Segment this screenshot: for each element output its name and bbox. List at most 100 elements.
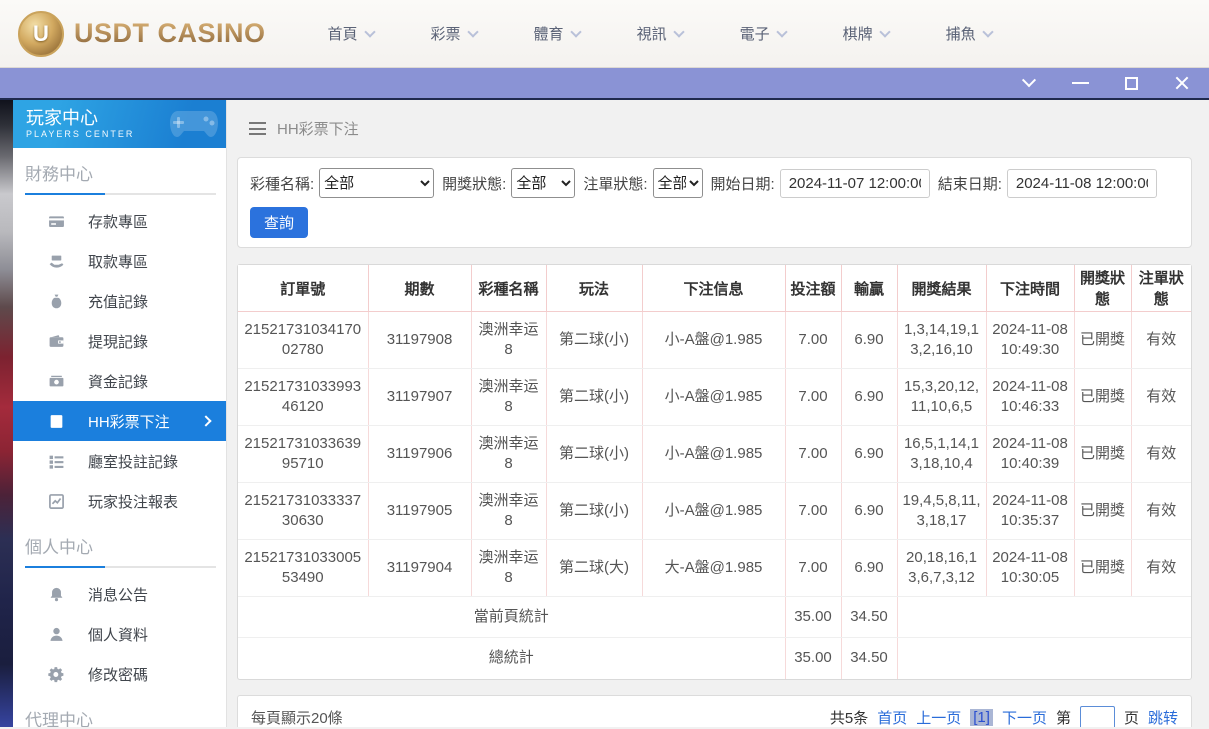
cell-winloss: 6.90 — [841, 425, 898, 483]
summary-label: 總統計 — [488, 649, 534, 667]
sidebar-item-1-1[interactable]: 個人資料 — [13, 614, 226, 654]
chevron-down-icon — [466, 25, 479, 38]
background-image-strip — [0, 100, 13, 727]
search-button[interactable]: 查詢 — [250, 207, 308, 238]
cell-bet-amount: 7.00 — [785, 311, 842, 369]
column-header: 下注信息 — [642, 265, 786, 312]
cell-play-type: 第二球(小) — [546, 425, 643, 483]
funds-icon — [48, 373, 65, 390]
topnav-item-label: 棋牌 — [842, 26, 873, 43]
close-button[interactable] — [1173, 74, 1191, 92]
topnav-item-7[interactable]: 捕魚 — [946, 23, 994, 44]
cell-draw-status: 已開獎 — [1074, 368, 1132, 426]
summary-label: 當前頁統計 — [238, 596, 785, 638]
cell-play-type: 第二球(小) — [546, 311, 643, 369]
first-page-link[interactable]: 首页 — [877, 707, 907, 727]
cell-bet-info: 小-A盤@1.985 — [642, 482, 786, 540]
topnav-item-3[interactable]: 體育 — [534, 23, 582, 44]
summary-empty — [897, 596, 1191, 638]
sidebar-item-0-3[interactable]: 提現記錄 — [13, 321, 226, 361]
cell-period: 31197904 — [368, 539, 472, 597]
sidebar-section-label: 代理中心 — [25, 711, 93, 727]
cell-order-status: 有效 — [1131, 482, 1191, 540]
next-page-link[interactable]: 下一页 — [1002, 707, 1047, 727]
gear-icon — [48, 666, 65, 683]
table-row: 2152173103333730630 31197905 澳洲幸运8 第二球(小) 小-… — [238, 482, 1191, 540]
prev-page-link[interactable]: 上一页 — [916, 707, 961, 727]
cell-order-status: 有效 — [1131, 539, 1191, 597]
order-status-label: 注單狀態: — [583, 175, 648, 193]
chevron-down-icon — [672, 25, 685, 38]
column-header: 投注額 — [785, 265, 842, 312]
cell-order-no: 2152173103363995710 — [238, 425, 369, 483]
sidebar-item-0-6[interactable]: 廳室投註記錄 — [13, 441, 226, 481]
sidebar-item-1-0[interactable]: 消息公告 — [13, 574, 226, 614]
cell-draw-result: 15,3,20,12,11,10,6,5 — [897, 368, 987, 426]
lottery-type-select[interactable]: 全部 — [319, 168, 435, 198]
sidebar-item-label: 個人資料 — [88, 626, 149, 644]
window-titlebar — [0, 68, 1209, 100]
jump-button[interactable]: 跳转 — [1148, 707, 1178, 727]
end-date-label: 結束日期: — [937, 175, 1002, 193]
bets-table: 訂單號 期數 彩種名稱 玩法 下注信息 投注額 輸贏 開獎結果 下注時間 開獎狀態 注單狀態 215… — [238, 265, 1191, 679]
page-jump-input[interactable] — [1079, 706, 1115, 727]
jump-suffix-text: 页 — [1123, 710, 1139, 727]
lottery-type-label: 彩種名稱: — [250, 175, 315, 193]
hamburger-icon[interactable] — [249, 122, 266, 135]
sidebar-item-label: 修改密碼 — [88, 666, 149, 684]
deposit-card-icon — [48, 213, 65, 230]
sidebar-item-0-4[interactable]: 資金記錄 — [13, 361, 226, 401]
person-icon — [48, 626, 65, 643]
cell-play-type: 第二球(大) — [546, 539, 643, 597]
column-header: 訂單號 — [238, 265, 369, 312]
sidebar-item-label: HH彩票下注 — [88, 413, 170, 431]
sidebar-item-1-2[interactable]: 修改密碼 — [13, 654, 226, 694]
sidebar-item-0-5[interactable]: HH彩票下注 — [13, 401, 226, 441]
sidebar-item-0-0[interactable]: 存款專區 — [13, 201, 226, 241]
cell-winloss: 6.90 — [841, 311, 898, 369]
end-date-input[interactable] — [1006, 168, 1157, 198]
table-row: 2152173103363995710 31197906 澳洲幸运8 第二球(小) 小-… — [238, 425, 1191, 483]
chevron-down-icon — [878, 25, 891, 38]
lottery-doc-icon — [48, 413, 65, 430]
current-page-indicator[interactable]: [1] — [970, 709, 993, 726]
topnav-item-2[interactable]: 彩票 — [431, 23, 479, 44]
cell-lottery-name: 澳洲幸运8 — [471, 368, 547, 426]
cell-draw-status: 已開獎 — [1074, 311, 1132, 369]
wallet-icon — [48, 333, 65, 350]
withdraw-hand-icon — [48, 253, 65, 270]
start-date-input[interactable] — [779, 168, 930, 198]
table-row: 2152173103300553490 31197904 澳洲幸运8 第二球(大) 大-… — [238, 539, 1191, 597]
cell-period: 31197905 — [368, 482, 472, 540]
window-chevron-icon[interactable] — [1020, 73, 1038, 92]
maximize-button[interactable] — [1122, 74, 1140, 92]
cell-bet-info: 小-A盤@1.985 — [642, 425, 786, 483]
cell-period: 31197907 — [368, 368, 472, 426]
moneybag-icon — [48, 293, 65, 310]
cell-winloss: 6.90 — [841, 368, 898, 426]
sidebar-item-label: 取款專區 — [88, 253, 149, 271]
cell-play-type: 第二球(小) — [546, 368, 643, 426]
topnav-item-1[interactable]: 首頁 — [328, 23, 376, 44]
sidebar-item-0-2[interactable]: 充值記錄 — [13, 281, 226, 321]
site-logo[interactable]: U USDT CASINO — [18, 10, 266, 57]
topnav-item-5[interactable]: 電子 — [740, 23, 788, 44]
page-summary-row: 當前頁統計 35.00 34.50 — [238, 596, 1191, 638]
sidebar-item-0-1[interactable]: 取款專區 — [13, 241, 226, 281]
sidebar-item-0-7[interactable]: 玩家投注報表 — [13, 481, 226, 521]
cell-bet-time: 2024-11-08 10:46:33 — [986, 368, 1075, 426]
order-status-select[interactable]: 全部 — [652, 168, 703, 198]
draw-status-select[interactable]: 全部 — [511, 168, 576, 198]
minimize-button[interactable] — [1071, 74, 1089, 92]
sidebar-section-label: 個人中心 — [25, 538, 93, 557]
cell-order-no: 2152173103300553490 — [238, 539, 369, 597]
bell-icon — [48, 586, 65, 603]
room-records-icon — [48, 453, 65, 470]
chevron-down-icon — [363, 25, 376, 38]
summary-winloss-total: 34.50 — [840, 596, 898, 638]
column-header: 輸贏 — [841, 265, 898, 312]
sidebar-item-label: 消息公告 — [88, 586, 149, 604]
topnav-item-6[interactable]: 棋牌 — [842, 23, 891, 44]
topnav-item-4[interactable]: 視訊 — [637, 23, 685, 44]
cell-order-status: 有效 — [1131, 311, 1191, 369]
